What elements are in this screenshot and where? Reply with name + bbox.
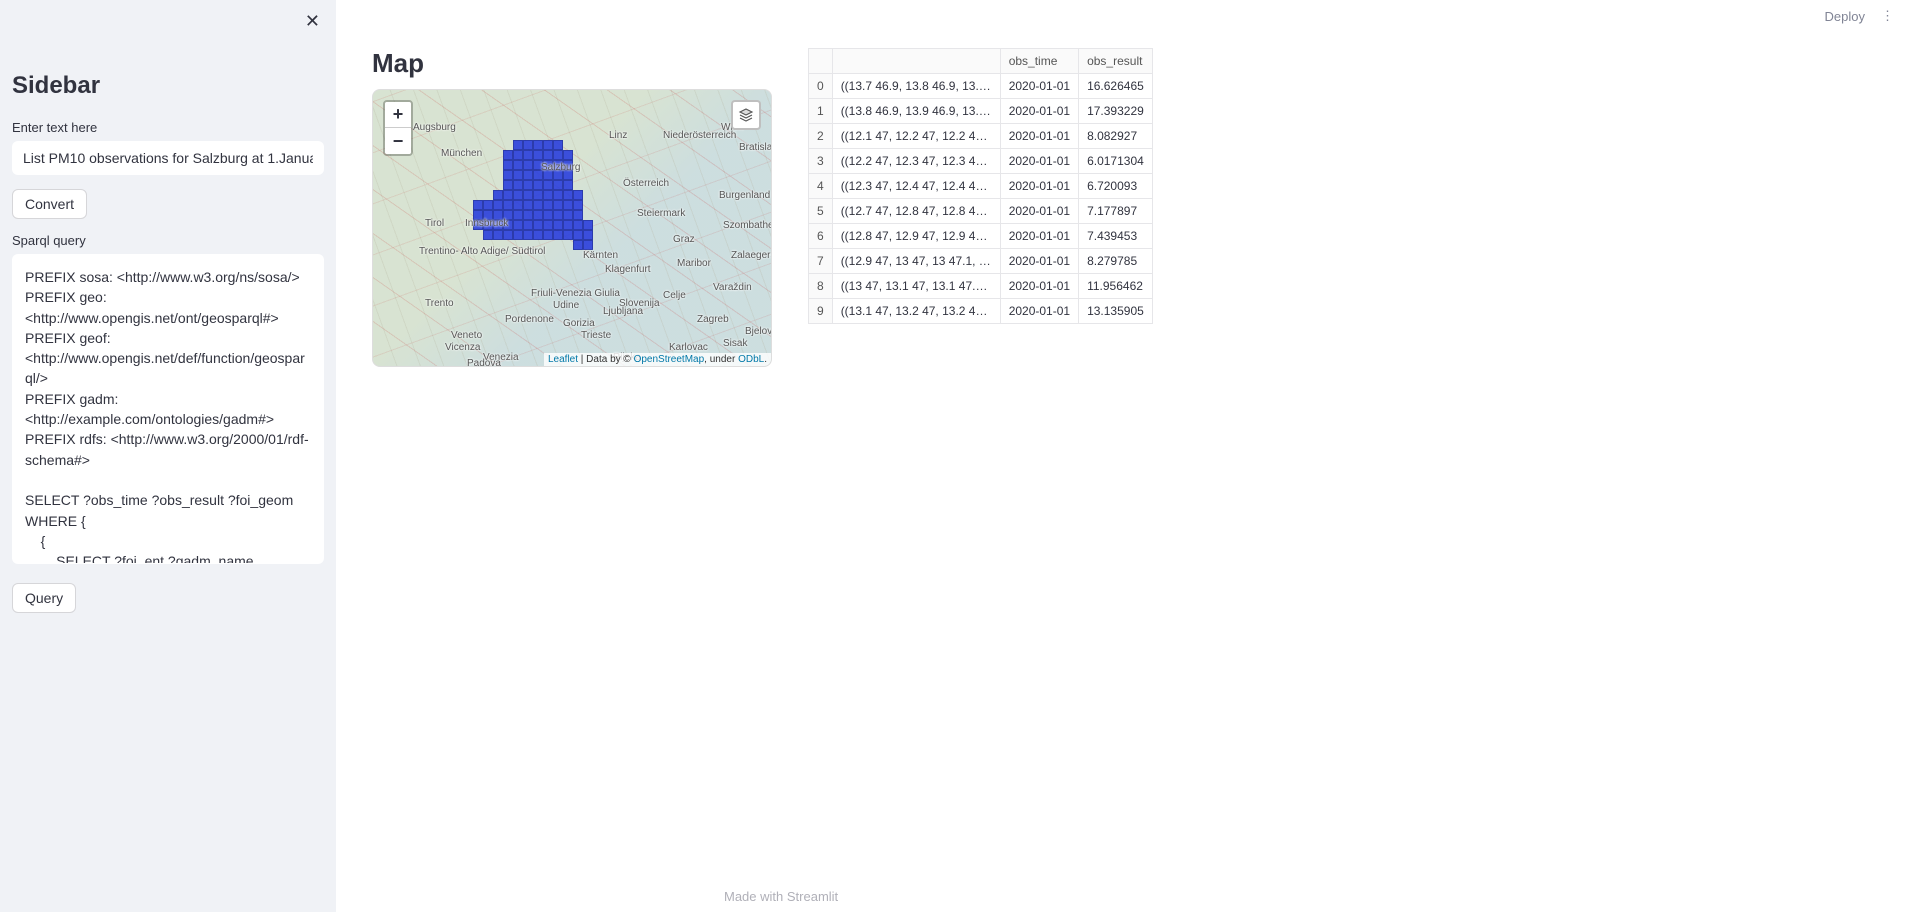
map-place-label: Maribor	[677, 258, 711, 269]
osm-link[interactable]: OpenStreetMap	[634, 354, 705, 365]
map-attribution: Leaflet | Data by © OpenStreetMap, under…	[544, 353, 771, 366]
map-place-label: Padova	[467, 358, 501, 367]
main-area: Deploy ⋮ Map + −	[336, 0, 1914, 912]
map-place-label: Veneto	[451, 330, 482, 341]
table-header[interactable]: obs_time	[1000, 49, 1078, 74]
zoom-in-button[interactable]: +	[385, 102, 411, 128]
sidebar-title: Sidebar	[12, 72, 324, 100]
map-place-label: Augsburg	[413, 122, 456, 133]
map[interactable]: + − Leaflet | Data by © OpenStreetMap, u…	[372, 89, 772, 367]
convert-button[interactable]: Convert	[12, 189, 87, 219]
table-row[interactable]: 5((12.7 47, 12.8 47, 12.8 47.1, 12.7 47.…	[809, 199, 1153, 224]
map-place-label: Tirol	[425, 218, 444, 229]
map-place-label: Zalaegerszeg	[731, 250, 772, 261]
deploy-button[interactable]: Deploy	[1825, 9, 1865, 24]
map-place-label: Udine	[553, 300, 579, 311]
table-row[interactable]: 3((12.2 47, 12.3 47, 12.3 47.1, 12.2 47.…	[809, 149, 1153, 174]
map-place-label: Varaždin	[713, 282, 752, 293]
table-row[interactable]: 1((13.8 46.9, 13.9 46.9, 13.9 47, 13.8 4…	[809, 99, 1153, 124]
streamlit-link[interactable]: Streamlit	[787, 889, 838, 904]
map-title: Map	[372, 48, 772, 79]
table-row[interactable]: 0((13.7 46.9, 13.8 46.9, 13.8 47, 13.7 4…	[809, 74, 1153, 99]
map-place-label: Zagreb	[697, 314, 729, 325]
map-place-label: Graz	[673, 234, 695, 245]
map-place-label: Bratislava	[739, 142, 772, 153]
map-place-label: Trieste	[581, 330, 611, 341]
map-place-label: Steiermark	[637, 208, 685, 219]
query-button[interactable]: Query	[12, 583, 76, 613]
map-place-label: Linz	[609, 130, 627, 141]
sidebar: ✕ Sidebar Enter text here Convert Sparql…	[0, 0, 336, 912]
map-place-label: Burgenland	[719, 190, 770, 201]
map-place-label: Karlovac	[669, 342, 708, 353]
map-place-label: Kärnten	[583, 250, 618, 261]
map-place-label: Friuli-Venezia Giulia	[531, 288, 620, 299]
map-place-label: Ljubljana	[603, 306, 643, 317]
map-place-label: Pordenone	[505, 314, 554, 325]
table-row[interactable]: 9((13.1 47, 13.2 47, 13.2 47.1, 13.1 47.…	[809, 299, 1153, 324]
map-place-label: Szombathely	[723, 220, 772, 231]
table-row[interactable]: 6((12.8 47, 12.9 47, 12.9 47.1, 12.8 47.…	[809, 224, 1153, 249]
map-place-label: Vicenza	[445, 342, 480, 353]
zoom-control: + −	[383, 100, 413, 156]
map-place-label: Venezia	[483, 352, 519, 363]
query-label: Sparql query	[12, 233, 324, 248]
text-input-label: Enter text here	[12, 120, 324, 135]
map-place-label: Niederösterreich	[663, 130, 736, 141]
zoom-out-button[interactable]: −	[385, 128, 411, 154]
table-header[interactable]	[809, 49, 833, 74]
map-polygon-overlay	[473, 140, 593, 250]
odbl-link[interactable]: ODbL	[738, 354, 764, 365]
table-row[interactable]: 8((13 47, 13.1 47, 13.1 47.1, 13 47.1, 1…	[809, 274, 1153, 299]
map-place-label: Sisak	[723, 338, 747, 349]
data-table-container: obs_timeobs_result 0((13.7 46.9, 13.8 46…	[808, 48, 1128, 324]
map-place-label: Klagenfurt	[605, 264, 651, 275]
footer: Made with Streamlit	[724, 889, 838, 904]
table-header[interactable]: obs_result	[1079, 49, 1153, 74]
map-place-label: Bjelovar	[745, 326, 772, 337]
layers-icon[interactable]	[731, 100, 761, 130]
table-row[interactable]: 4((12.3 47, 12.4 47, 12.4 47.1, 12.3 47.…	[809, 174, 1153, 199]
menu-icon[interactable]: ⋮	[1875, 6, 1900, 26]
table-row[interactable]: 7((12.9 47, 13 47, 13 47.1, 12.9 47.1, 1…	[809, 249, 1153, 274]
map-place-label: Österreich	[623, 178, 669, 189]
map-place-label: Celje	[663, 290, 686, 301]
sparql-textarea[interactable]	[12, 254, 324, 564]
table-header[interactable]	[832, 49, 1000, 74]
map-place-label: Gorizia	[563, 318, 595, 329]
close-icon[interactable]: ✕	[301, 8, 324, 34]
map-place-label: Trento	[425, 298, 454, 309]
table-row[interactable]: 2((12.1 47, 12.2 47, 12.2 47.1, 12.1 47.…	[809, 124, 1153, 149]
text-input[interactable]	[12, 141, 324, 175]
data-table[interactable]: obs_timeobs_result 0((13.7 46.9, 13.8 46…	[808, 48, 1153, 324]
map-place-label: Slovenija	[619, 298, 660, 309]
leaflet-link[interactable]: Leaflet	[548, 354, 578, 365]
